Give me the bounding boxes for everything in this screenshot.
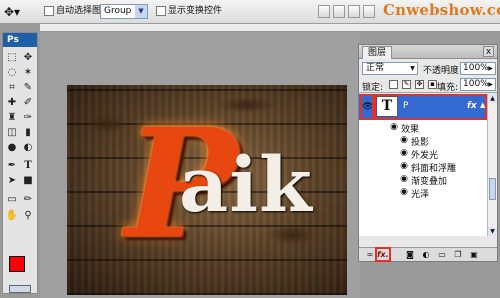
effect-item[interactable]: ◉ 投影 — [359, 134, 487, 148]
pen-icon[interactable]: ✒ — [5, 159, 19, 172]
new-group-icon[interactable]: ▭ — [437, 250, 447, 260]
effect-label: 光泽 — [411, 190, 430, 200]
blend-mode-value: 正常 — [366, 63, 385, 73]
lock-options: ✎ ✥ ▪ — [389, 80, 437, 89]
effects-row[interactable]: ◉ 效果 — [359, 121, 487, 135]
canvas-letters: aik — [179, 140, 313, 229]
document-canvas[interactable]: P aik — [67, 85, 347, 295]
marquee-icon[interactable]: ⬚ — [5, 51, 19, 64]
blend-mode-select[interactable]: 正常 ▼ — [362, 62, 418, 75]
stamp-icon[interactable]: ♜ — [5, 111, 19, 124]
move-icon[interactable]: ✥ — [21, 51, 35, 64]
layers-panel: 图层 x 正常 ▼ 不透明度: 100% ▶ 锁定: ✎ ✥ ▪ 填充: 100… — [358, 44, 498, 262]
align-left-icon[interactable] — [363, 5, 375, 18]
lock-fill-row: 锁定: ✎ ✥ ▪ 填充: 100% ▶ — [359, 77, 497, 93]
watermark: Cnwebshow.com — [383, 1, 500, 19]
align-middle-icon[interactable] — [333, 5, 345, 18]
hand-icon[interactable]: ✋ — [5, 209, 19, 222]
add-mask-icon[interactable]: ◙ — [405, 250, 415, 260]
show-transform-checkbox[interactable] — [156, 6, 166, 16]
show-transform-label: 显示变换控件 — [168, 6, 223, 16]
eye-icon[interactable]: ◉ — [399, 174, 409, 184]
blend-opacity-row: 正常 ▼ 不透明度: 100% ▶ — [359, 59, 497, 77]
opacity-label: 不透明度: — [423, 66, 463, 76]
layers-scrollbar[interactable]: ▲ ▼ — [487, 94, 497, 236]
scroll-up-icon[interactable]: ▲ — [488, 94, 497, 103]
shape-icon[interactable]: ■ — [21, 174, 35, 187]
align-buttons — [318, 5, 375, 19]
dodge-icon[interactable]: ◐ — [21, 141, 35, 154]
align-bottom-icon[interactable] — [348, 5, 360, 18]
layer-list: 👁 T P fx ▲ ◉ 效果 ◉ 投影 ◉ 外发光 ◉ 斜面和浮雕 ◉ 渐变叠… — [359, 94, 487, 236]
lock-label: 锁定: — [362, 83, 384, 93]
link-layers-icon[interactable]: ∞ — [365, 250, 375, 260]
tab-layers[interactable]: 图层 — [362, 46, 393, 59]
effect-item[interactable]: ◉ 斜面和浮雕 — [359, 160, 487, 174]
wood-knot — [87, 115, 127, 133]
foreground-color-swatch[interactable] — [9, 256, 25, 272]
align-top-icon[interactable] — [318, 5, 330, 18]
type-icon[interactable]: T — [21, 159, 35, 172]
fill-label: 填充: — [437, 83, 459, 93]
highlight-fx-button — [375, 247, 391, 262]
eye-icon[interactable]: ◉ — [399, 135, 409, 145]
new-layer-icon[interactable]: ❐ — [453, 250, 463, 260]
lock-transparent-icon[interactable] — [389, 80, 398, 89]
adjustment-layer-icon[interactable]: ◐ — [421, 250, 431, 260]
magic-wand-icon[interactable]: ✶ — [21, 66, 35, 79]
slice-icon[interactable]: ✎ — [21, 81, 35, 94]
brush-icon[interactable]: ✐ — [21, 96, 35, 109]
quick-mask-icon[interactable] — [9, 285, 31, 293]
eye-icon[interactable]: ◉ — [399, 161, 409, 171]
auto-select-checkbox[interactable] — [44, 6, 54, 16]
crop-icon[interactable]: ⌗ — [5, 81, 19, 94]
chevron-right-icon: ▶ — [488, 65, 493, 72]
move-tool-icon[interactable]: ✥▾ — [4, 4, 30, 20]
auto-select-dropdown[interactable]: Group ▼ — [100, 4, 148, 19]
eraser-icon[interactable]: ◫ — [5, 126, 19, 139]
heal-icon[interactable]: ✚ — [5, 96, 19, 109]
notes-icon[interactable]: ▭ — [5, 193, 19, 206]
auto-select-value: Group — [104, 6, 132, 16]
eye-icon[interactable]: ◉ — [389, 122, 399, 132]
chevron-down-icon: ▼ — [410, 65, 415, 72]
fill-value: 100% — [463, 79, 489, 89]
effect-item[interactable]: ◉ 光泽 — [359, 186, 487, 200]
chevron-right-icon: ▶ — [488, 81, 493, 88]
opacity-input[interactable]: 100% ▶ — [460, 62, 496, 75]
tool-palette: Ps ⬚ ✥ ◌ ✶ ⌗ ✎ ✚ ✐ ♜ ✑ ◫ ▮ ● ◐ ✒ T ➤ ■ ▭… — [2, 32, 38, 294]
delete-layer-icon[interactable]: ▣ — [469, 250, 479, 260]
lock-all-icon[interactable]: ▪ — [428, 80, 437, 89]
layers-panel-header: 图层 x — [359, 45, 497, 59]
eye-icon[interactable]: ◉ — [399, 187, 409, 197]
chevron-down-icon: ▼ — [135, 5, 147, 18]
highlight-eye — [360, 94, 374, 120]
effect-item[interactable]: ◉ 渐变叠加 — [359, 173, 487, 187]
ps-badge: Ps — [3, 33, 37, 47]
path-select-icon[interactable]: ➤ — [5, 174, 19, 187]
opacity-value: 100% — [463, 63, 489, 73]
eye-icon[interactable]: ◉ — [399, 148, 409, 158]
ruler — [40, 24, 500, 32]
close-icon[interactable]: x — [483, 46, 494, 57]
gradient-icon[interactable]: ▮ — [21, 126, 35, 139]
lock-image-icon[interactable]: ✎ — [402, 80, 411, 89]
highlight-layer — [374, 94, 487, 120]
eyedropper-icon[interactable]: ✏ — [21, 193, 35, 206]
options-bar: ✥▾ 自动选择图层 Group ▼ 显示变换控件 Cnwebshow.com — [0, 0, 500, 24]
history-brush-icon[interactable]: ✑ — [21, 111, 35, 124]
scroll-down-icon[interactable]: ▼ — [488, 227, 497, 236]
lasso-icon[interactable]: ◌ — [5, 66, 19, 79]
blur-icon[interactable]: ● — [5, 141, 19, 154]
fill-input[interactable]: 100% ▶ — [460, 78, 496, 91]
zoom-icon[interactable]: ⚲ — [21, 209, 35, 222]
lock-position-icon[interactable]: ✥ — [415, 80, 424, 89]
effect-item[interactable]: ◉ 外发光 — [359, 147, 487, 161]
scroll-thumb[interactable] — [489, 178, 496, 200]
